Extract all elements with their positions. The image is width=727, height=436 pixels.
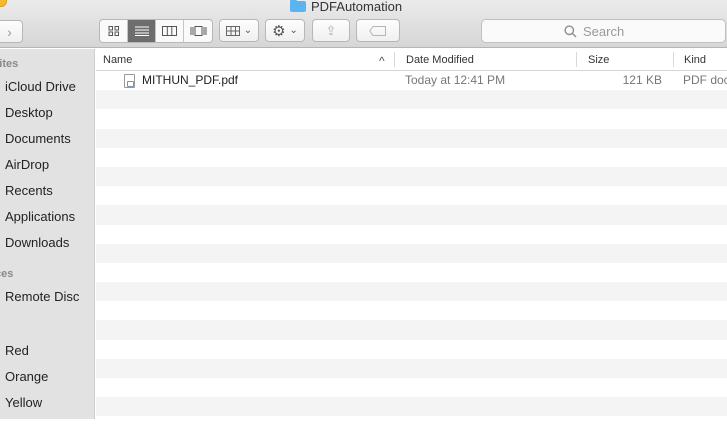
empty-row: [96, 148, 727, 167]
empty-row: [96, 205, 727, 225]
sidebar-item-documents[interactable]: Documents: [5, 131, 71, 146]
sidebar-section-favorites: rites: [0, 58, 19, 70]
minimize-button[interactable]: [0, 0, 7, 7]
column-header-name[interactable]: Name: [103, 49, 132, 71]
pdf-file-icon: [124, 74, 135, 88]
table-row[interactable]: MITHUN_PDF.pdf Today at 12:41 PM 121 KB …: [96, 71, 727, 90]
column-header-kind[interactable]: Kind: [684, 49, 706, 71]
sidebar-section-devices: ces: [0, 268, 14, 280]
file-list: Name ^ Date Modified Size Kind MITHUN_PD…: [96, 49, 727, 419]
column-header-row: Name ^ Date Modified Size Kind: [96, 49, 727, 71]
column-header-size-label: Size: [588, 54, 610, 66]
empty-row: [96, 378, 727, 397]
empty-row: [96, 416, 727, 435]
file-kind: PDF doc: [683, 73, 727, 87]
search-input[interactable]: [583, 23, 643, 39]
tag-icon: [369, 25, 386, 36]
column-divider[interactable]: [394, 52, 395, 67]
empty-row: [96, 263, 727, 282]
column-header-date-modified[interactable]: Date Modified: [406, 49, 474, 71]
file-date-modified: Today at 12:41 PM: [405, 73, 506, 87]
empty-row: [96, 166, 727, 187]
arrange-grid-icon: [225, 25, 240, 36]
list-view-button[interactable]: [128, 20, 156, 42]
sort-ascending-icon: ^: [379, 54, 385, 68]
search-icon: [564, 24, 577, 37]
empty-row: [96, 358, 727, 378]
action-button[interactable]: ⚙ ⌄: [265, 19, 305, 42]
window-title: PDFAutomation: [290, 0, 402, 14]
column-header-date-label: Date Modified: [406, 54, 474, 66]
empty-row: [96, 320, 727, 340]
column-header-kind-label: Kind: [684, 54, 707, 66]
chevron-right-icon: ›: [7, 23, 12, 40]
empty-row: [96, 128, 727, 148]
view-mode-group: [99, 19, 213, 43]
file-size: 121 KB: [622, 73, 662, 87]
empty-row: [96, 90, 727, 110]
sidebar-item-tag-yellow[interactable]: Yellow: [5, 395, 42, 410]
sidebar-item-tag-orange[interactable]: Orange: [5, 369, 48, 384]
window-title-text: PDFAutomation: [311, 0, 403, 14]
columns-icon: [162, 26, 177, 36]
sidebar-item-tag-red[interactable]: Red: [5, 343, 29, 358]
column-divider[interactable]: [576, 52, 577, 67]
sidebar-item-remote-disc[interactable]: Remote Disc: [5, 289, 79, 304]
list-icon: [134, 26, 149, 36]
column-header-size[interactable]: Size: [588, 49, 609, 71]
empty-row: [96, 340, 727, 359]
cover-flow-icon: [190, 26, 206, 36]
sidebar-item-icloud-drive[interactable]: iCloud Drive: [5, 79, 76, 94]
file-name: MITHUN_PDF.pdf: [142, 73, 239, 87]
chevron-down-icon: ⌄: [243, 24, 253, 36]
search-field[interactable]: [481, 19, 726, 43]
arrange-button[interactable]: ⌄: [219, 19, 259, 42]
icon-view-button[interactable]: [100, 20, 128, 42]
empty-row: [96, 301, 727, 320]
forward-button[interactable]: ›: [0, 20, 23, 43]
column-view-button[interactable]: [156, 20, 184, 42]
sidebar-item-applications[interactable]: Applications: [5, 209, 75, 224]
empty-row: [96, 225, 727, 244]
folder-icon: [290, 0, 306, 12]
empty-row: [96, 397, 727, 417]
sidebar-item-airdrop[interactable]: AirDrop: [5, 157, 49, 172]
share-icon: ⇪: [325, 22, 337, 38]
gear-icon: ⚙: [272, 22, 286, 40]
toolbar: PDFAutomation › ⌄ ⚙ ⌄ ⇪ Search: [0, 0, 727, 48]
cover-flow-view-button[interactable]: [184, 20, 212, 42]
column-header-name-label: Name: [103, 54, 133, 66]
share-button[interactable]: ⇪: [312, 19, 350, 42]
column-divider[interactable]: [673, 52, 674, 67]
grid-icon: [108, 26, 119, 36]
empty-row: [96, 282, 727, 302]
empty-row: [96, 243, 727, 263]
empty-row: [96, 186, 727, 205]
file-rows: MITHUN_PDF.pdf Today at 12:41 PM 121 KB …: [96, 71, 727, 436]
empty-row: [96, 109, 727, 128]
sidebar: rites iCloud Drive Desktop Documents Air…: [0, 49, 95, 419]
sidebar-item-recents[interactable]: Recents: [5, 183, 53, 198]
sidebar-item-downloads[interactable]: Downloads: [5, 235, 69, 250]
tag-button[interactable]: [356, 19, 400, 42]
chevron-down-icon: ⌄: [289, 24, 298, 36]
sidebar-item-desktop[interactable]: Desktop: [5, 105, 53, 120]
